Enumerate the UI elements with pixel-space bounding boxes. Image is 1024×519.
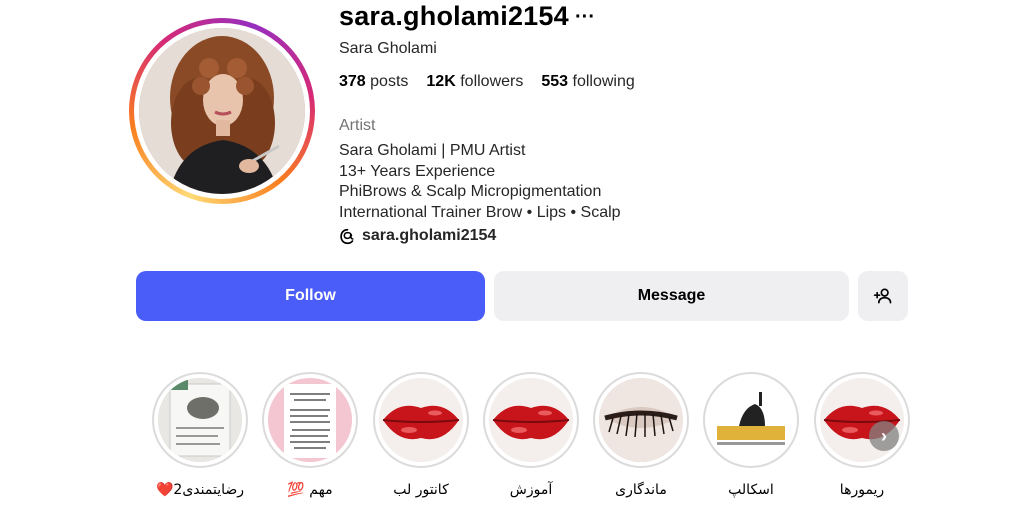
- following-label: following: [572, 73, 635, 90]
- highlight-item[interactable]: رضایتمندی2❤️: [150, 372, 250, 498]
- highlight-item[interactable]: آموزش: [481, 372, 581, 498]
- chevron-right-icon: ›: [881, 425, 887, 446]
- document-image: [268, 378, 352, 462]
- highlight-ring: [814, 372, 910, 468]
- highlight-thumbnail: [268, 378, 352, 462]
- avatar-frame: [134, 23, 310, 199]
- message-button[interactable]: Message: [494, 271, 849, 321]
- highlight-label: کانتور لب: [393, 482, 449, 498]
- profile-bio: Sara Gholami | PMU Artist 13+ Years Expe…: [339, 141, 621, 223]
- review-photo-image: [158, 378, 242, 462]
- suggest-users-button[interactable]: [858, 271, 908, 321]
- lips-image: [379, 378, 463, 462]
- highlight-label: مهم 💯: [287, 482, 333, 498]
- followers-label: followers: [460, 73, 524, 90]
- posts-count: 378: [339, 73, 366, 90]
- threads-icon: [340, 228, 354, 244]
- highlight-label: رضایتمندی2❤️: [155, 482, 245, 498]
- following-stat[interactable]: 553 following: [541, 73, 634, 91]
- profile-avatar-ring[interactable]: [129, 18, 315, 204]
- highlight-ring: [373, 372, 469, 468]
- highlight-thumbnail: [599, 378, 683, 462]
- highlight-thumbnail: [820, 378, 904, 462]
- eyelashes-image: [599, 378, 683, 462]
- highlight-ring: [152, 372, 248, 468]
- highlight-item[interactable]: مهم 💯: [260, 372, 360, 498]
- story-highlights: رضایتمندی2❤️ مهم 💯 کانتور لب آموزش ماندگ…: [150, 372, 920, 512]
- highlight-label: ریمورها: [839, 482, 885, 498]
- bio-line: 13+ Years Experience: [339, 162, 496, 180]
- highlights-next-button[interactable]: ›: [869, 421, 899, 451]
- followers-count: 12K: [426, 73, 456, 90]
- highlight-ring: [483, 372, 579, 468]
- highlight-thumbnail: [158, 378, 242, 462]
- scalp-logo-image: [709, 378, 793, 462]
- highlight-label: ماندگاری: [615, 482, 667, 498]
- bio-line: PhiBrows & Scalp Micropigmentation: [339, 183, 602, 200]
- avatar[interactable]: [139, 28, 305, 194]
- highlight-ring: [703, 372, 799, 468]
- bio-line: Sara Gholami | PMU Artist: [339, 142, 526, 159]
- followers-stat[interactable]: 12K followers: [426, 73, 523, 91]
- highlight-thumbnail: [489, 378, 573, 462]
- avatar-portrait: [139, 28, 305, 194]
- follow-button[interactable]: Follow: [136, 271, 485, 321]
- highlight-ring: [262, 372, 358, 468]
- posts-stat: 378 posts: [339, 73, 408, 91]
- posts-label: posts: [370, 73, 409, 90]
- highlight-label: اسکالپ: [728, 482, 774, 498]
- bio-line: International Trainer Brow • Lips • Scal…: [339, 203, 621, 221]
- lips-image: [820, 378, 904, 462]
- lips-image: [489, 378, 573, 462]
- profile-username: sara.gholami2154: [339, 1, 569, 31]
- profile-stats: 378 posts 12K followers 553 following: [339, 73, 635, 91]
- profile-full-name: Sara Gholami: [339, 40, 437, 57]
- highlight-thumbnail: [709, 378, 793, 462]
- highlight-ring: [593, 372, 689, 468]
- add-user-icon: [873, 288, 892, 304]
- following-count: 553: [541, 73, 569, 90]
- highlight-item[interactable]: اسکالپ: [701, 372, 801, 498]
- profile-category: Artist: [339, 117, 376, 134]
- highlight-thumbnail: [379, 378, 463, 462]
- more-horizontal-icon[interactable]: ···: [575, 6, 595, 29]
- highlight-item[interactable]: کانتور لب: [371, 372, 471, 498]
- highlight-label: آموزش: [509, 482, 553, 498]
- highlight-item[interactable]: ماندگاری: [591, 372, 691, 498]
- threads-link[interactable]: sara.gholami2154: [339, 227, 496, 245]
- threads-handle: sara.gholami2154: [362, 227, 497, 244]
